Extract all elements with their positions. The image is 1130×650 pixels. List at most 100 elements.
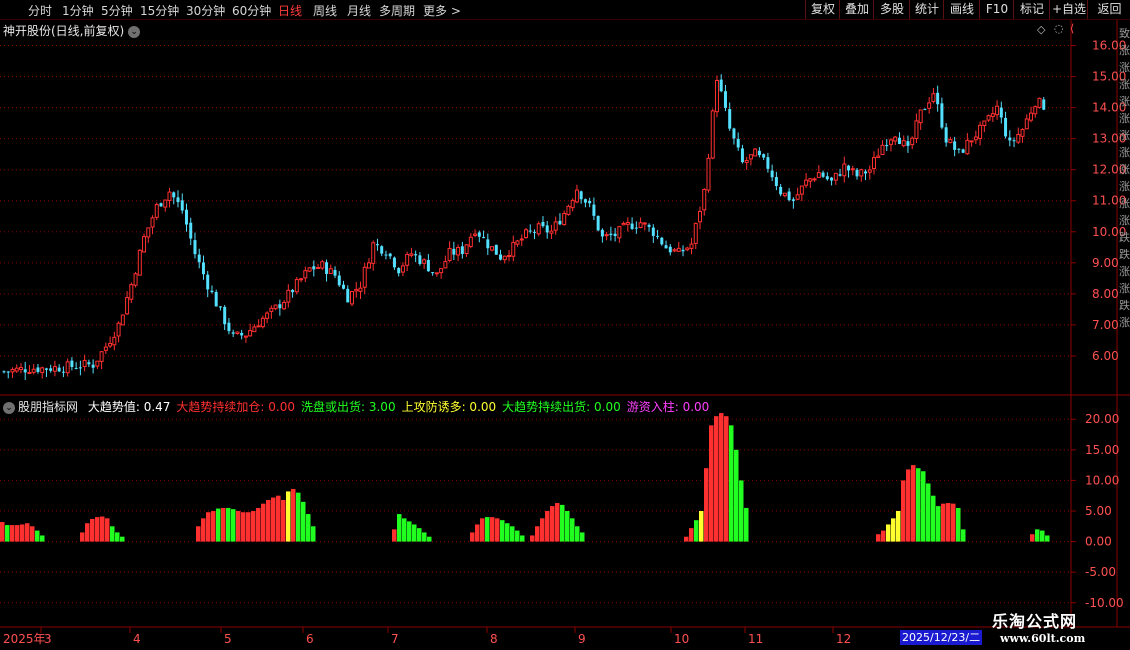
- candle-body-down: [452, 248, 456, 255]
- candle-body-down: [855, 169, 859, 177]
- stock-title[interactable]: 神开股份(日线,前复权) ⌄: [3, 22, 141, 39]
- candle-body-up: [910, 137, 915, 146]
- candle-body-down: [660, 237, 664, 245]
- candle-body-up: [150, 217, 155, 228]
- candle-body-down: [940, 103, 944, 128]
- chevron-down-icon[interactable]: ⌄: [128, 26, 141, 38]
- candle-body-up: [969, 140, 974, 143]
- candle-body-down: [664, 245, 668, 249]
- candle-body-up: [328, 268, 333, 274]
- candle-body-down: [87, 362, 91, 365]
- indicator-bar: [520, 535, 525, 542]
- candle-body-up: [294, 279, 299, 293]
- candle-body-down: [342, 284, 346, 289]
- indicator-bar: [734, 449, 739, 542]
- candle-body-up: [366, 262, 371, 269]
- candle-body-down: [494, 244, 498, 255]
- price-tick-label: 8.00: [1092, 287, 1119, 301]
- candle-body-up: [562, 212, 567, 226]
- indicator-bar: [886, 524, 891, 542]
- candle-body-up: [409, 253, 414, 256]
- candle-body-up: [795, 194, 800, 200]
- indicator-tick-label: 0.00: [1085, 535, 1112, 549]
- candle-body-down: [558, 220, 562, 225]
- indicator-bar: [1030, 534, 1035, 542]
- candle-body-up: [880, 144, 885, 155]
- indicator-bar: [20, 524, 25, 542]
- price-tick-label: 9.00: [1092, 256, 1119, 270]
- candle-body-up: [422, 259, 427, 264]
- candle-body-up: [850, 168, 855, 171]
- candle-body-up: [125, 297, 130, 315]
- indicator-bar: [95, 517, 100, 542]
- indicator-bar: [901, 480, 906, 542]
- candle-body-down: [70, 360, 74, 367]
- indicator-chevron-icon[interactable]: ⌄: [3, 402, 15, 414]
- indicator-name[interactable]: 股朋指标网: [18, 400, 78, 414]
- candle-body-up: [893, 136, 898, 142]
- candle-body-up: [31, 368, 36, 373]
- candle-body-down: [337, 275, 341, 286]
- indicator-bar: [261, 503, 266, 542]
- candle-body-up: [468, 236, 473, 247]
- candle-body-down: [44, 368, 48, 370]
- candle-body-up: [753, 148, 758, 157]
- candle-body-down: [231, 332, 235, 334]
- candle-body-down: [384, 254, 388, 256]
- indicator-bar: [0, 522, 5, 542]
- indicator-bar: [85, 523, 90, 542]
- candle-body-up: [95, 360, 100, 367]
- candle-body-up: [473, 233, 478, 236]
- diamond-icon[interactable]: ◇: [1037, 23, 1045, 36]
- candle-body-down: [159, 203, 163, 207]
- candle-body-up: [867, 169, 872, 173]
- candle-body-up: [833, 172, 838, 181]
- chevron-left-icon[interactable]: ⟨: [1070, 22, 1074, 35]
- candle-body-down: [223, 306, 227, 325]
- candle-body-down: [719, 79, 723, 92]
- candle-body-down: [600, 229, 604, 237]
- candle-body-down: [791, 199, 795, 202]
- candle-body-down: [532, 231, 536, 233]
- candle-body-down: [609, 233, 613, 236]
- candle-body-up: [617, 226, 622, 239]
- candle-body-up: [978, 124, 983, 139]
- candle-body-down: [312, 266, 316, 270]
- candle-body-up: [859, 169, 864, 177]
- indicator-bar: [921, 471, 926, 542]
- candle-body-down: [78, 367, 82, 369]
- candle-body-up: [511, 241, 516, 257]
- indicator-bar: [560, 504, 565, 542]
- indicator-bar: [724, 416, 729, 542]
- indicator-bar: [911, 465, 916, 542]
- candle-body-down: [176, 197, 180, 203]
- candle-body-up: [358, 287, 363, 292]
- candle-body-down: [218, 306, 222, 308]
- indicator-bar: [961, 529, 966, 542]
- candle-body-up: [269, 307, 274, 312]
- candle-body-down: [291, 290, 295, 293]
- candle-body-down: [723, 91, 727, 108]
- candle-body-up: [816, 172, 821, 178]
- indicator-value-0: 大趋势值: 0.47: [87, 400, 171, 414]
- candle-body-up: [990, 113, 995, 117]
- candle-body-up: [1037, 97, 1042, 108]
- candle-body-up: [519, 238, 524, 241]
- indicator-value-1: 大趋势持续加仓: 0.00: [176, 400, 295, 414]
- candle-body-up: [549, 230, 554, 234]
- indicator-bar: [246, 512, 251, 542]
- indicator-bar: [110, 526, 115, 542]
- indicator-bar: [684, 536, 689, 542]
- candle-body-down: [885, 145, 889, 147]
- candle-body-up: [982, 120, 987, 126]
- gear-icon[interactable]: ◌: [1054, 22, 1064, 35]
- indicator-value-4: 大趋势持续出货: 0.00: [502, 400, 621, 414]
- candle-body-down: [630, 223, 634, 229]
- candle-body-down: [897, 137, 901, 144]
- candle-body-down: [864, 171, 868, 174]
- candle-body-up: [502, 255, 507, 261]
- candle-body-up: [782, 192, 787, 197]
- candle-body-down: [579, 191, 583, 200]
- candle-body-down: [477, 232, 481, 237]
- candle-body-down: [392, 257, 396, 268]
